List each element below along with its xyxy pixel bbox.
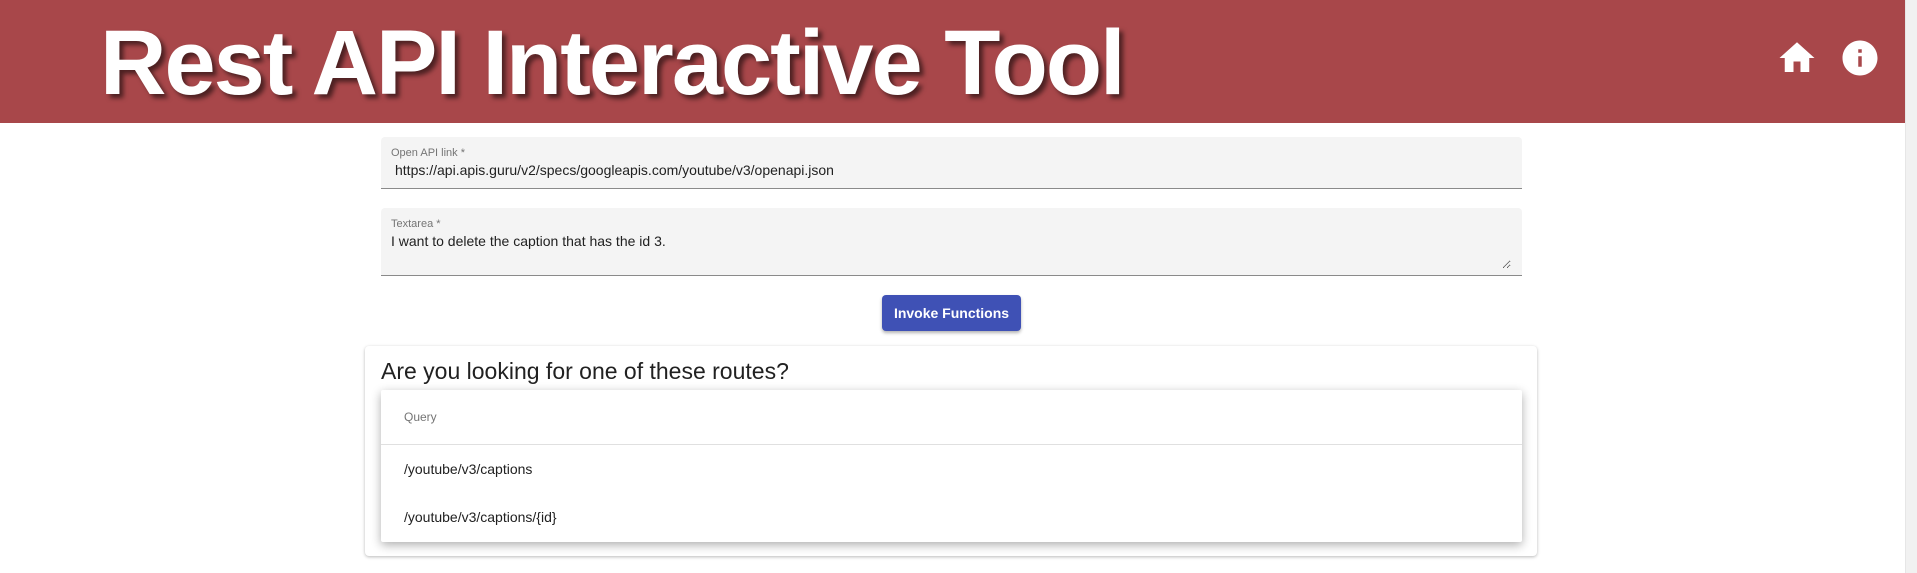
table-row[interactable]: /youtube/v3/captions xyxy=(381,445,1522,493)
table-row[interactable]: /youtube/v3/captions/{id} xyxy=(381,493,1522,541)
page-scrollbar[interactable] xyxy=(1905,0,1917,573)
routes-title: Are you looking for one of these routes? xyxy=(381,358,789,384)
table-header: Query xyxy=(381,390,1522,445)
app-title: Rest API Interactive Tool xyxy=(100,12,1126,114)
routes-table: Query /youtube/v3/captions /youtube/v3/c… xyxy=(381,390,1522,542)
route-cell: /youtube/v3/captions xyxy=(404,461,533,477)
textarea-label: Textarea * xyxy=(391,218,441,230)
textarea-field[interactable]: Textarea * I want to delete the caption … xyxy=(381,208,1522,276)
api-link-label: Open API link * xyxy=(391,147,465,159)
routes-card: Are you looking for one of these routes?… xyxy=(365,346,1537,556)
home-icon[interactable] xyxy=(1776,37,1818,79)
api-link-field[interactable]: Open API link * xyxy=(381,137,1522,189)
request-textarea[interactable]: I want to delete the caption that has th… xyxy=(391,233,1511,269)
invoke-functions-button[interactable]: Invoke Functions xyxy=(882,295,1021,331)
query-column-header: Query xyxy=(404,410,437,424)
api-link-input[interactable] xyxy=(395,162,1495,178)
info-icon[interactable] xyxy=(1839,37,1881,79)
app-header: Rest API Interactive Tool xyxy=(0,0,1905,123)
route-cell: /youtube/v3/captions/{id} xyxy=(404,509,557,525)
